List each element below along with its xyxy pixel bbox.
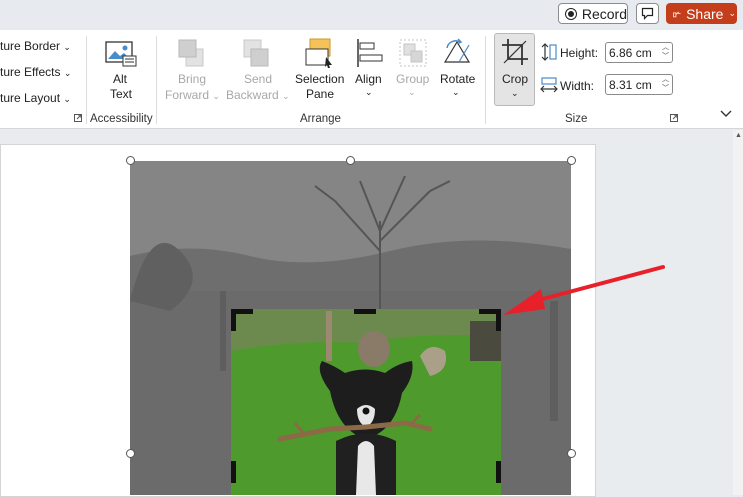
height-field[interactable]: 6.86 cm ︿ ﹀	[605, 42, 673, 63]
share-label: Share	[686, 5, 724, 22]
collapse-ribbon-icon[interactable]	[720, 110, 732, 118]
group-separator	[485, 36, 486, 124]
group-label: Group	[396, 72, 430, 86]
send-backward-icon	[243, 39, 269, 67]
scroll-up-icon[interactable]: ▲	[735, 132, 742, 139]
bring-forward-line1: Bring	[178, 72, 207, 86]
chevron-down-icon: ⌄	[365, 87, 373, 97]
record-label: Record	[581, 5, 627, 22]
share-icon	[673, 10, 681, 17]
width-value: 8.31 cm	[609, 78, 652, 92]
height-label: Height:	[560, 46, 599, 60]
photo-image	[130, 161, 571, 495]
picture-effects-button[interactable]: ture Effects ⌄	[0, 65, 71, 79]
chevron-down-icon: ⌄	[408, 87, 416, 97]
dog-photo[interactable]	[130, 161, 571, 495]
bring-forward-line2: Forward ⌄	[165, 88, 220, 102]
comment-icon	[641, 7, 654, 20]
chevron-down-icon: ⌄	[63, 94, 71, 104]
crop-icon	[502, 39, 528, 65]
group-separator	[156, 36, 157, 124]
resize-handle-top[interactable]	[346, 156, 355, 165]
slide-canvas	[0, 129, 743, 497]
dialog-launcher-icon[interactable]	[74, 114, 82, 122]
title-bar: Record Share ⌄	[0, 0, 743, 30]
selection-pane-line2: Pane	[306, 87, 335, 101]
chevron-down-icon: ⌄	[452, 87, 460, 97]
accessibility-group-label: Accessibility	[90, 113, 153, 125]
alt-text-line2: Text	[110, 87, 133, 101]
height-icon	[541, 43, 557, 61]
crop-button[interactable]: Crop ⌄	[494, 33, 535, 106]
comments-button[interactable]	[636, 3, 659, 24]
chevron-down-icon: ⌄	[728, 8, 736, 18]
resize-handle-right[interactable]	[567, 449, 576, 458]
chevron-down-icon: ⌄	[511, 88, 519, 98]
chevron-down-icon: ⌄	[63, 68, 72, 78]
group-icon	[399, 39, 427, 67]
align-icon	[357, 39, 383, 67]
alt-text-line1: Alt	[113, 72, 128, 86]
record-button[interactable]: Record	[558, 3, 628, 24]
align-label: Align	[355, 72, 382, 86]
chevron-down-icon: ⌄	[212, 91, 220, 101]
crop-label: Crop	[502, 72, 529, 86]
resize-handle-left[interactable]	[126, 449, 135, 458]
chevron-down-icon: ⌄	[63, 42, 71, 52]
share-button[interactable]: Share ⌄	[666, 3, 737, 24]
rotate-label: Rotate	[440, 72, 476, 86]
ribbon: ture Border ⌄ ture Effects ⌄ ture Layout…	[0, 30, 743, 129]
size-group-label: Size	[565, 113, 588, 125]
selection-pane-icon	[305, 38, 332, 68]
picture-border-button[interactable]: ture Border ⌄	[0, 39, 71, 53]
width-field[interactable]: 8.31 cm ︿ ﹀	[605, 74, 673, 95]
rotate-icon	[443, 38, 471, 63]
vertical-scrollbar[interactable]: ▲	[733, 130, 743, 495]
picture-layout-button[interactable]: ture Layout ⌄	[0, 91, 71, 105]
group-separator	[86, 36, 87, 124]
spinner-arrows-icon[interactable]: ︿ ﹀	[662, 43, 669, 61]
alt-text-icon	[105, 41, 137, 67]
bring-forward-icon	[178, 39, 204, 67]
chevron-down-icon: ⌄	[282, 91, 290, 101]
arrange-group-label: Arrange	[300, 113, 341, 125]
width-icon	[540, 77, 558, 93]
spinner-arrows-icon[interactable]: ︿ ﹀	[662, 75, 669, 93]
height-value: 6.86 cm	[609, 46, 652, 60]
resize-handle-top-right[interactable]	[567, 156, 576, 165]
dialog-launcher-icon[interactable]	[670, 114, 678, 122]
selection-pane-line1: Selection	[295, 72, 345, 86]
send-backward-line1: Send	[244, 72, 273, 86]
record-icon	[565, 7, 577, 20]
width-label: Width:	[560, 79, 595, 93]
send-backward-line2: Backward ⌄	[226, 88, 290, 102]
red-arrow-annotation	[503, 265, 665, 315]
resize-handle-top-left[interactable]	[126, 156, 135, 165]
